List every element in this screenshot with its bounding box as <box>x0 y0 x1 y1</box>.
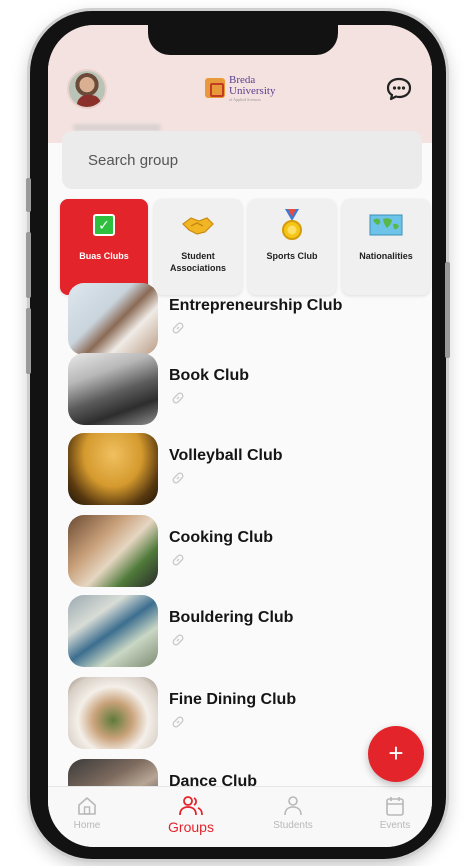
list-item[interactable]: Volleyball Club <box>68 433 432 513</box>
link-icon[interactable] <box>171 553 185 567</box>
logo-text: Breda University of Applied Sciences <box>229 73 276 102</box>
group-name: Fine Dining Club <box>169 691 297 708</box>
chat-bubble-icon[interactable] <box>386 77 412 101</box>
list-item[interactable]: Entrepreneurship Club <box>68 283 432 363</box>
group-name: Volleyball Club <box>169 447 283 464</box>
group-thumbnail <box>68 595 158 667</box>
list-item[interactable]: Book Club <box>68 353 432 433</box>
category-label: Nationalities <box>359 251 413 261</box>
category-label: Buas Clubs <box>79 251 129 261</box>
link-icon[interactable] <box>171 633 185 647</box>
category-student-associations[interactable]: Student Associations <box>154 199 242 295</box>
category-sports-club[interactable]: Sports Club <box>248 199 336 295</box>
category-nationalities[interactable]: Nationalities <box>342 199 430 295</box>
groups-icon <box>156 795 226 817</box>
phone-volume-down-button <box>26 308 31 374</box>
logo-line-3: of Applied Sciences <box>229 96 261 102</box>
app-screen: Breda University of Applied Sciences Sea… <box>48 25 432 847</box>
group-thumbnail <box>68 677 158 749</box>
add-group-button[interactable]: + <box>368 726 424 782</box>
checkbox-icon: ✓ <box>93 214 115 236</box>
nav-label: Students <box>273 820 313 831</box>
search-input[interactable]: Search group <box>62 131 422 189</box>
nav-label: Groups <box>168 819 214 835</box>
logo-line-1: Breda <box>229 73 256 86</box>
group-thumbnail <box>68 283 158 355</box>
nav-item-groups[interactable]: Groups <box>156 795 226 835</box>
phone-power-button <box>445 262 450 358</box>
plus-icon: + <box>388 738 404 768</box>
group-thumbnail <box>68 433 158 505</box>
logo-line-2: University <box>229 84 276 97</box>
handshake-icon <box>181 209 215 241</box>
list-item[interactable]: Cooking Club <box>68 515 432 595</box>
link-icon[interactable] <box>171 391 185 405</box>
home-icon <box>52 795 122 817</box>
group-thumbnail <box>68 515 158 587</box>
category-tabs: ✓ Buas Clubs Student Associations Sports… <box>60 199 432 295</box>
group-name: Bouldering Club <box>169 609 294 626</box>
university-logo: Breda University of Applied Sciences <box>205 72 295 104</box>
phone-volume-up-button <box>26 232 31 298</box>
link-icon[interactable] <box>171 715 185 729</box>
link-icon[interactable] <box>171 471 185 485</box>
nav-item-events[interactable]: Events <box>360 795 430 831</box>
category-buas-clubs[interactable]: ✓ Buas Clubs <box>60 199 148 295</box>
bottom-navigation: Home Groups Students Events <box>48 786 432 847</box>
category-label: Student Associations <box>169 251 227 274</box>
person-icon <box>258 795 328 817</box>
nav-item-home[interactable]: Home <box>52 795 122 831</box>
nav-label: Events <box>379 820 411 831</box>
world-map-icon <box>369 209 403 241</box>
list-item[interactable]: Bouldering Club <box>68 595 432 675</box>
link-icon[interactable] <box>171 321 185 335</box>
group-name: Book Club <box>169 367 249 384</box>
group-name: Cooking Club <box>169 529 273 546</box>
category-label: Sports Club <box>266 251 318 261</box>
search-placeholder: Search group <box>88 151 179 169</box>
checkbox-icon-wrap: ✓ <box>93 209 115 241</box>
nav-item-students[interactable]: Students <box>258 795 328 831</box>
blurred-username <box>73 124 161 131</box>
phone-side-button <box>26 178 31 212</box>
profile-avatar[interactable] <box>67 69 107 109</box>
phone-notch <box>148 25 338 55</box>
logo-mark-icon <box>205 78 225 98</box>
group-name: Entrepreneurship Club <box>169 297 343 314</box>
nav-label: Home <box>73 820 101 831</box>
group-thumbnail <box>68 353 158 425</box>
medal-icon <box>280 209 304 241</box>
calendar-icon <box>360 795 430 817</box>
